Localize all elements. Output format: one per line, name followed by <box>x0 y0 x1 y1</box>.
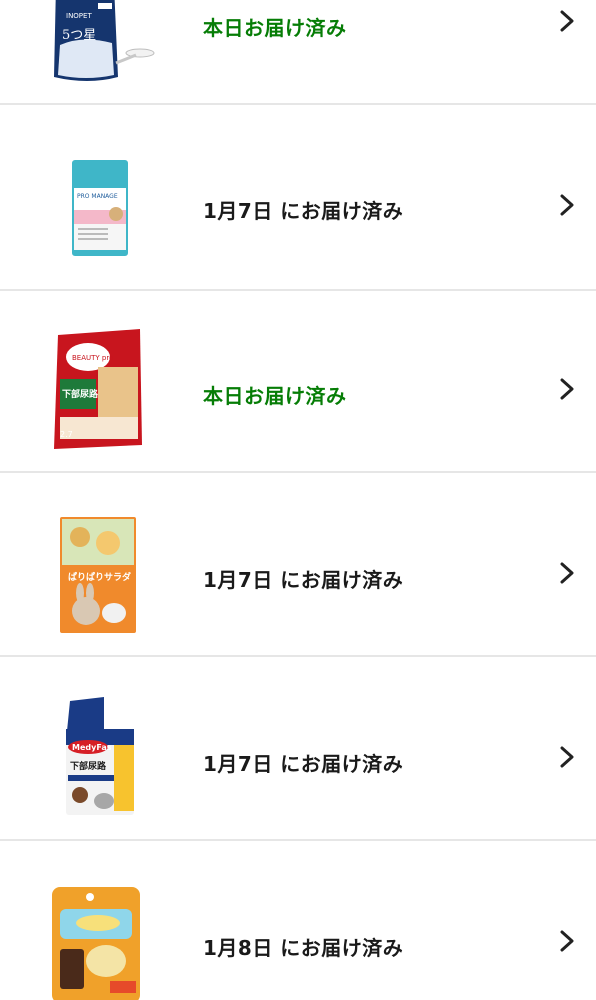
cat-food-pack-icon: INOPET 5つ星 <box>52 0 160 107</box>
fish-food-pouch-icon <box>50 885 146 1000</box>
product-brand-label: BEAUTY pro <box>72 354 113 362</box>
delivery-status: 1月7日 にお届け済み <box>203 568 404 592</box>
order-row[interactable]: BEAUTY pro 下部尿路 2.7 本日お届け済み <box>0 291 596 473</box>
cat-food-bag-icon: BEAUTY pro 下部尿路 2.7 <box>52 327 148 449</box>
delivery-status: 1月7日 にお届け済み <box>203 199 404 223</box>
order-row[interactable]: INOPET 5つ星 本日お届け済み <box>0 0 596 105</box>
order-row[interactable]: PRO MANAGE 1月7日 にお届け済み <box>0 107 596 291</box>
chevron-right-icon[interactable] <box>556 745 578 769</box>
order-row[interactable]: MedyFas 下部尿路 1月7日 にお届け済み <box>0 657 596 841</box>
delivery-status: 本日お届け済み <box>203 16 347 40</box>
order-row[interactable]: ぱりぱりサラダ 1月7日 にお届け済み <box>0 473 596 657</box>
chevron-right-icon[interactable] <box>556 9 578 33</box>
product-brand-label: PRO MANAGE <box>77 193 118 200</box>
product-name-label: ぱりぱりサラダ <box>68 571 131 583</box>
order-row[interactable]: 1月8日 にお届け済み <box>0 841 596 1000</box>
product-name-label: 5つ星 <box>62 28 96 43</box>
cat-food-bag-icon: MedyFas 下部尿路 <box>60 695 156 817</box>
delivery-status: 1月8日 にお届け済み <box>203 936 404 960</box>
product-name-label: 下部尿路 <box>70 760 107 772</box>
product-name-label: 下部尿路 <box>62 388 99 400</box>
chevron-right-icon[interactable] <box>556 377 578 401</box>
product-brand-label: INOPET <box>66 12 92 20</box>
chevron-right-icon[interactable] <box>556 561 578 585</box>
product-brand-label: MedyFas <box>72 743 112 752</box>
delivery-status: 本日お届け済み <box>203 384 347 408</box>
rabbit-food-bag-icon: ぱりぱりサラダ <box>58 515 154 637</box>
chevron-right-icon[interactable] <box>556 929 578 953</box>
order-history-list: INOPET 5つ星 本日お届け済み PRO MANAGE 1月7日 にお届け済… <box>0 0 596 1000</box>
dog-food-bag-icon: PRO MANAGE <box>70 158 166 280</box>
delivery-status: 1月7日 にお届け済み <box>203 752 404 776</box>
chevron-right-icon[interactable] <box>556 193 578 217</box>
product-weight-label: 2.7 <box>60 430 73 439</box>
